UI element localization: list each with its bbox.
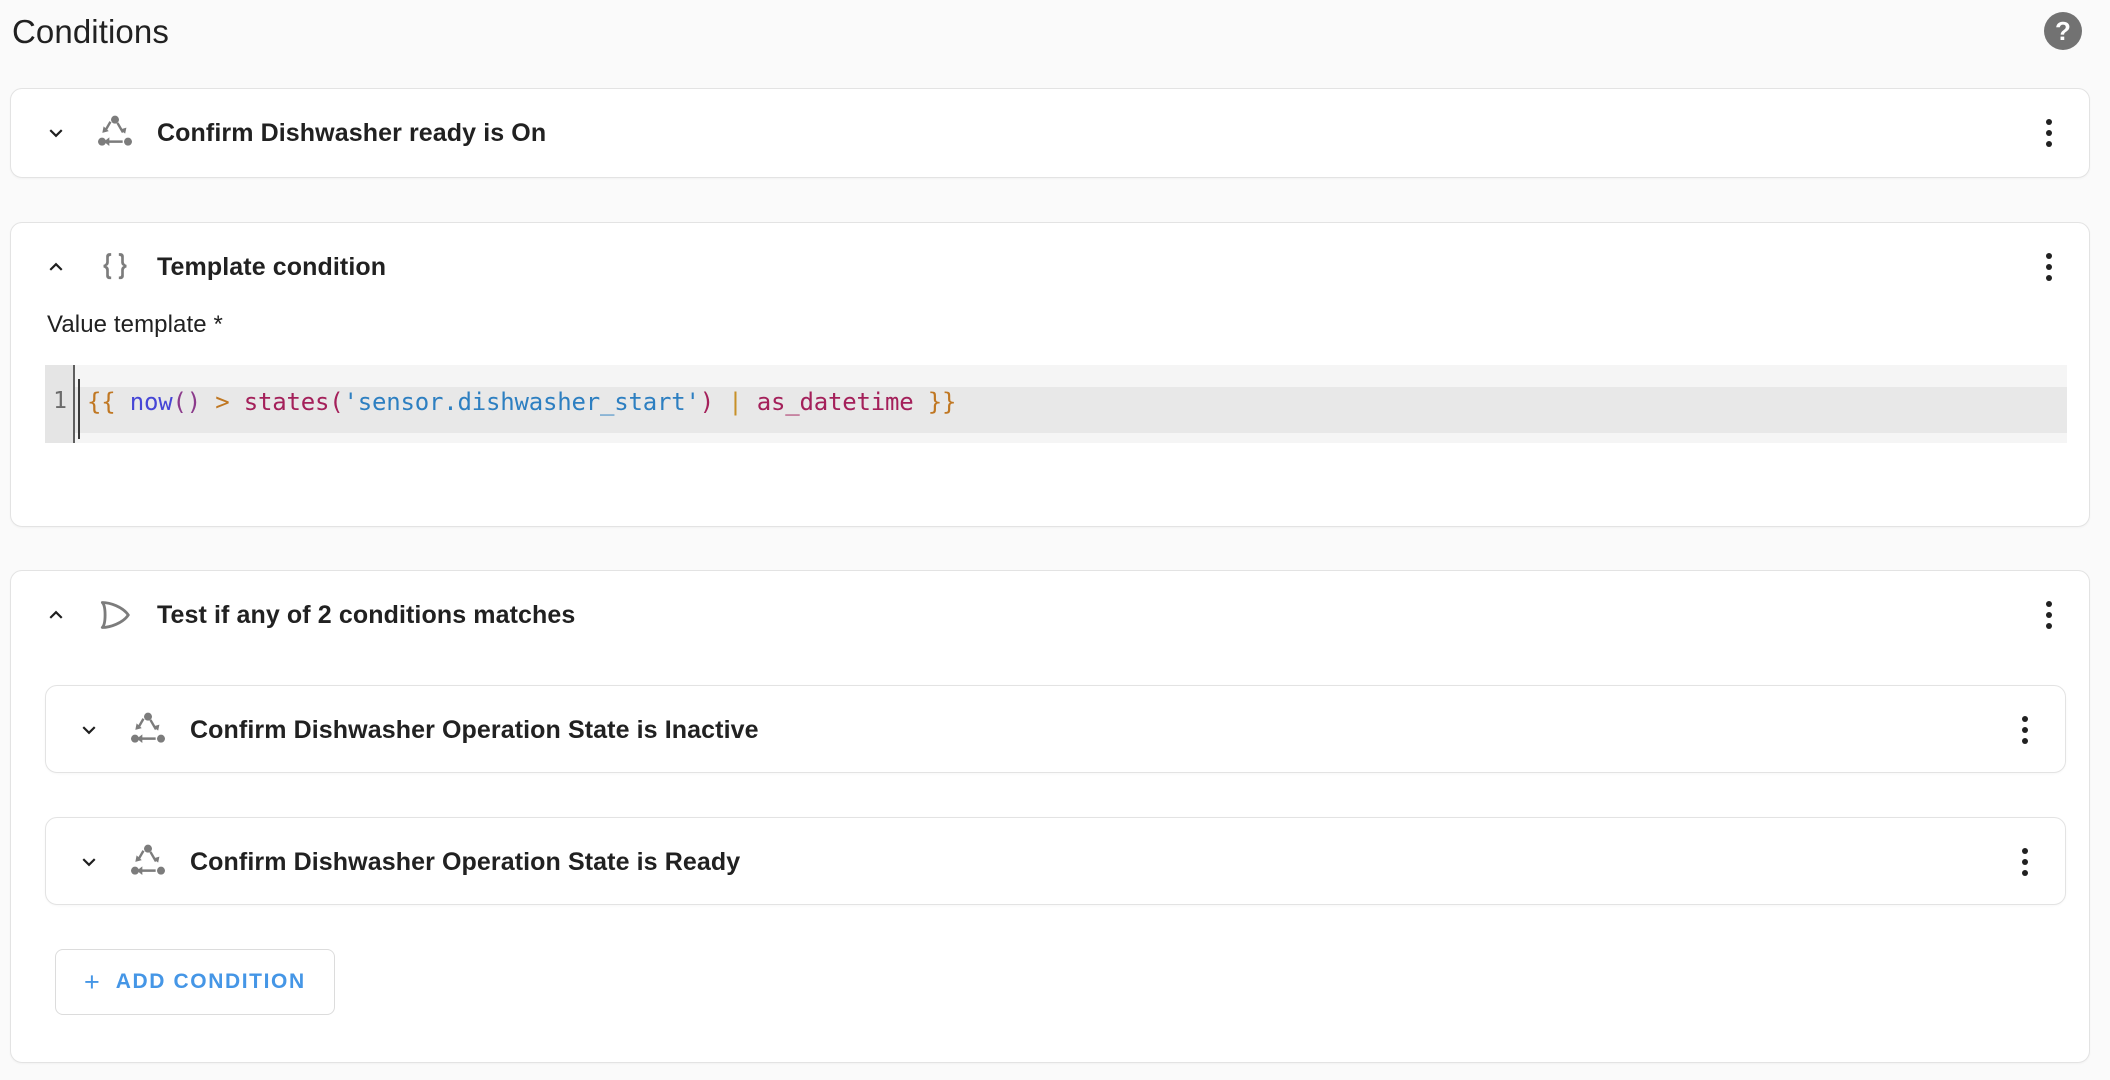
state-machine-icon	[126, 708, 170, 752]
value-template-editor[interactable]: 1 {{ now() > states('sensor.dishwasher_s…	[45, 365, 2067, 443]
state-machine-icon	[93, 111, 137, 155]
overflow-menu-icon[interactable]	[2027, 593, 2071, 637]
editor-gutter: 1	[45, 365, 75, 443]
chevron-down-icon[interactable]	[74, 715, 104, 745]
condition-card-header[interactable]: Confirm Dishwasher Operation State is In…	[46, 686, 2065, 774]
help-button[interactable]: ?	[2040, 8, 2086, 54]
chevron-up-icon[interactable]	[41, 600, 71, 630]
condition-card-header[interactable]: Confirm Dishwasher ready is On	[11, 89, 2089, 177]
add-condition-button[interactable]: + ADD CONDITION	[55, 949, 335, 1015]
page-header: Conditions ?	[0, 0, 2110, 62]
plus-icon: +	[84, 966, 100, 997]
editor-line-number: 1	[53, 388, 67, 414]
overflow-menu-icon[interactable]	[2027, 111, 2071, 155]
condition-card-confirm-operation-state-inactive[interactable]: Confirm Dishwasher Operation State is In…	[45, 685, 2066, 773]
gate-or-icon	[93, 593, 137, 637]
state-machine-icon	[126, 840, 170, 884]
help-circle-icon: ?	[2044, 12, 2082, 50]
condition-title: Template condition	[157, 252, 387, 281]
overflow-menu-icon[interactable]	[2003, 840, 2047, 884]
page-title: Conditions	[12, 12, 169, 50]
condition-title: Test if any of 2 conditions matches	[157, 600, 576, 629]
condition-card-confirm-dishwasher-ready[interactable]: Confirm Dishwasher ready is On	[10, 88, 2090, 178]
condition-card-template-condition[interactable]: Template condition Value template * 1 {{…	[10, 222, 2090, 527]
condition-card-or-condition-group[interactable]: Test if any of 2 conditions matches Conf…	[10, 570, 2090, 1063]
editor-code-line[interactable]: {{ now() > states('sensor.dishwasher_sta…	[87, 390, 956, 414]
code-braces-icon	[93, 245, 137, 289]
chevron-up-icon[interactable]	[41, 252, 71, 282]
editor-caret	[78, 379, 80, 439]
overflow-menu-icon[interactable]	[2003, 708, 2047, 752]
chevron-down-icon[interactable]	[41, 118, 71, 148]
conditions-page: Conditions ? Confirm Dishwasher ready is…	[0, 0, 2110, 1080]
overflow-menu-icon[interactable]	[2027, 245, 2071, 289]
condition-card-header[interactable]: Template condition	[11, 223, 2089, 311]
chevron-down-icon[interactable]	[74, 847, 104, 877]
condition-card-header[interactable]: Test if any of 2 conditions matches	[11, 571, 2089, 659]
template-condition-body: Value template * 1 {{ now() > states('se…	[11, 311, 2089, 469]
value-template-label: Value template *	[47, 311, 223, 338]
condition-title: Confirm Dishwasher Operation State is In…	[190, 715, 759, 744]
condition-title: Confirm Dishwasher ready is On	[157, 118, 547, 147]
add-condition-label: ADD CONDITION	[115, 970, 306, 993]
condition-title: Confirm Dishwasher Operation State is Re…	[190, 847, 741, 876]
condition-card-confirm-operation-state-ready[interactable]: Confirm Dishwasher Operation State is Re…	[45, 817, 2066, 905]
condition-card-header[interactable]: Confirm Dishwasher Operation State is Re…	[46, 818, 2065, 906]
